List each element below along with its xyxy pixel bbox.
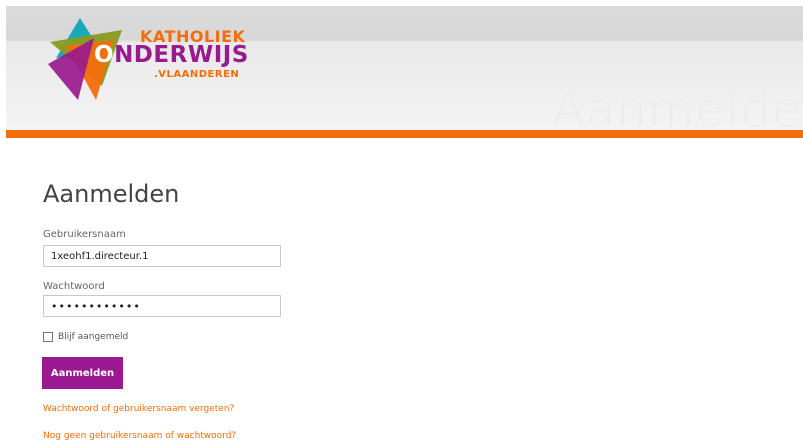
- logo-initial: O: [94, 42, 115, 68]
- logo-text-onderwijs: ONDERWIJS: [94, 44, 249, 67]
- forgot-credentials-link[interactable]: Wachtwoord of gebruikersnaam vergeten?: [43, 404, 234, 414]
- header: KATHOLIEK ONDERWIJS .VLAANDEREN Aanmelde…: [6, 6, 803, 134]
- header-watermark: Aanmelden: [552, 82, 803, 134]
- password-label: Wachtwoord: [43, 281, 105, 292]
- logo-rest: NDERWIJS: [114, 42, 249, 68]
- login-button[interactable]: Aanmelden: [42, 357, 123, 389]
- password-input[interactable]: [43, 295, 281, 317]
- katholiek-onderwijs-logo[interactable]: KATHOLIEK ONDERWIJS .VLAANDEREN: [44, 16, 264, 106]
- username-input[interactable]: [43, 245, 281, 267]
- no-account-link[interactable]: Nog geen gebruikersnaam of wachtwoord?: [43, 431, 236, 441]
- logo-text-vlaanderen: .VLAANDEREN: [154, 69, 240, 80]
- remember-me-row: Blijf aangemeld: [43, 332, 128, 342]
- header-accent-bar: [6, 130, 803, 138]
- remember-me-checkbox[interactable]: [43, 332, 53, 342]
- username-label: Gebruikersnaam: [43, 229, 126, 240]
- remember-me-label[interactable]: Blijf aangemeld: [58, 332, 128, 342]
- page-title: Aanmelden: [43, 180, 180, 208]
